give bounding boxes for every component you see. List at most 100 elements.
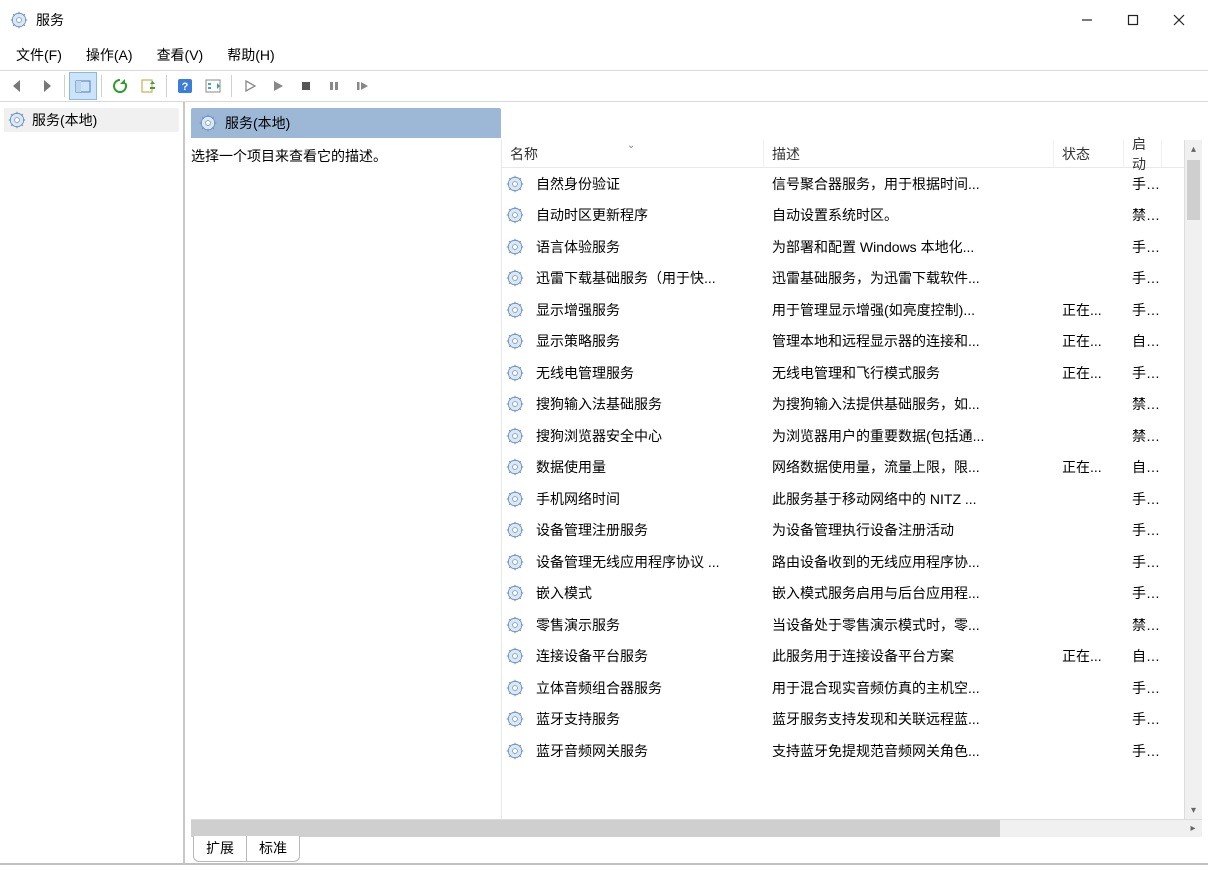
- service-row[interactable]: 搜狗浏览器安全中心为浏览器用户的重要数据(包括通...禁用: [502, 420, 1202, 452]
- start-service-button[interactable]: [236, 72, 264, 100]
- service-gear-icon: [502, 584, 528, 602]
- service-state-cell: 正在...: [1054, 300, 1124, 320]
- window-title: 服务: [36, 10, 64, 30]
- scroll-thumb[interactable]: [191, 820, 1000, 837]
- service-start-cell: 禁用: [1124, 426, 1162, 446]
- export-list-button[interactable]: [134, 72, 162, 100]
- service-row[interactable]: 蓝牙支持服务蓝牙服务支持发现和关联远程蓝...手动: [502, 704, 1202, 736]
- service-gear-icon: [502, 427, 528, 445]
- service-gear-icon: [502, 269, 528, 287]
- pause-service-button[interactable]: [320, 72, 348, 100]
- service-start-cell: 自动: [1124, 646, 1162, 666]
- service-row[interactable]: 嵌入模式嵌入模式服务启用与后台应用程...手动: [502, 578, 1202, 610]
- tab-standard[interactable]: 标准: [247, 836, 300, 862]
- horizontal-scrollbar[interactable]: ◂ ▸: [191, 819, 1202, 837]
- service-row[interactable]: 自动时区更新程序自动设置系统时区。禁用: [502, 200, 1202, 232]
- stop-service-button[interactable]: [292, 72, 320, 100]
- service-row[interactable]: 手机网络时间此服务基于移动网络中的 NITZ ...手动: [502, 483, 1202, 515]
- service-row[interactable]: 设备管理无线应用程序协议 ...路由设备收到的无线应用程序协...手动: [502, 546, 1202, 578]
- nav-back-button[interactable]: [4, 72, 32, 100]
- service-desc-cell: 无线电管理和飞行模式服务: [764, 363, 1054, 383]
- service-start-cell: 手动: [1124, 300, 1162, 320]
- selection-hint: 选择一个项目来查看它的描述。: [191, 146, 493, 166]
- menu-action[interactable]: 操作(A): [76, 41, 143, 69]
- service-name-cell: 设备管理注册服务: [528, 520, 764, 540]
- service-row[interactable]: 连接设备平台服务此服务用于连接设备平台方案正在...自动: [502, 641, 1202, 673]
- service-desc-cell: 为浏览器用户的重要数据(包括通...: [764, 426, 1054, 446]
- service-desc-cell: 用于混合现实音频仿真的主机空...: [764, 678, 1054, 698]
- properties-button[interactable]: [199, 72, 227, 100]
- service-start-cell: 手动: [1124, 174, 1162, 194]
- body-split: 服务(本地) 服务(本地) 选择一个项目来查看它的描述。 ⌄ 名称 描述: [0, 102, 1208, 865]
- column-header-desc[interactable]: 描述: [764, 140, 1054, 167]
- service-start-cell: 手动: [1124, 489, 1162, 509]
- close-button[interactable]: [1156, 0, 1202, 40]
- service-row[interactable]: 立体音频组合器服务用于混合现实音频仿真的主机空...手动: [502, 672, 1202, 704]
- service-row[interactable]: 设备管理注册服务为设备管理执行设备注册活动手动: [502, 515, 1202, 547]
- column-header-start[interactable]: 启动: [1124, 140, 1162, 167]
- scroll-down-icon[interactable]: ▾: [1185, 801, 1202, 819]
- refresh-button[interactable]: [106, 72, 134, 100]
- service-start-cell: 自动: [1124, 331, 1162, 351]
- vertical-scrollbar[interactable]: ▴ ▾: [1184, 140, 1202, 819]
- maximize-button[interactable]: [1110, 0, 1156, 40]
- service-state-cell: 正在...: [1054, 331, 1124, 351]
- tree-root-services-local[interactable]: 服务(本地): [4, 108, 179, 132]
- service-start-cell: 自动: [1124, 457, 1162, 477]
- service-start-cell: 手动: [1124, 583, 1162, 603]
- service-row[interactable]: 迅雷下载基础服务（用于快...迅雷基础服务，为迅雷下载软件...手动: [502, 263, 1202, 295]
- service-desc-cell: 此服务基于移动网络中的 NITZ ...: [764, 489, 1054, 509]
- service-desc-cell: 管理本地和远程显示器的连接和...: [764, 331, 1054, 351]
- service-desc-cell: 信号聚合器服务，用于根据时间...: [764, 174, 1054, 194]
- show-hide-tree-button[interactable]: [69, 72, 97, 100]
- service-list: ⌄ 名称 描述 状态 启动 自然身份验证信号聚合器服务，用于根据时间...手动自…: [501, 140, 1202, 819]
- service-state-cell: 正在...: [1054, 457, 1124, 477]
- sort-indicator-icon: ⌄: [627, 140, 635, 151]
- service-start-cell: 手动: [1124, 709, 1162, 729]
- menu-view[interactable]: 查看(V): [147, 41, 214, 69]
- column-headers: ⌄ 名称 描述 状态 启动: [502, 140, 1202, 168]
- service-start-cell: 禁用: [1124, 615, 1162, 635]
- menu-file[interactable]: 文件(F): [6, 41, 72, 69]
- service-start-cell: 手动: [1124, 552, 1162, 572]
- tree-pane: 服务(本地): [0, 102, 185, 863]
- service-row[interactable]: 语言体验服务为部署和配置 Windows 本地化...手动: [502, 231, 1202, 263]
- service-row[interactable]: 显示增强服务用于管理显示增强(如亮度控制)...正在...手动: [502, 294, 1202, 326]
- service-row[interactable]: 显示策略服务管理本地和远程显示器的连接和...正在...自动: [502, 326, 1202, 358]
- column-header-state[interactable]: 状态: [1054, 140, 1124, 167]
- service-row[interactable]: 零售演示服务当设备处于零售演示模式时，零...禁用: [502, 609, 1202, 641]
- service-name-cell: 显示增强服务: [528, 300, 764, 320]
- service-gear-icon: [502, 458, 528, 476]
- service-row[interactable]: 数据使用量网络数据使用量，流量上限，限...正在...自动: [502, 452, 1202, 484]
- service-row[interactable]: 自然身份验证信号聚合器服务，用于根据时间... 手动: [502, 168, 1202, 200]
- service-gear-icon: [502, 175, 528, 193]
- restart-service-button[interactable]: [348, 72, 376, 100]
- help-button[interactable]: ?: [171, 72, 199, 100]
- menu-help[interactable]: 帮助(H): [217, 41, 284, 69]
- start-service-filled-button[interactable]: [264, 72, 292, 100]
- service-name-cell: 蓝牙音频网关服务: [528, 741, 764, 761]
- service-row[interactable]: 搜狗输入法基础服务为搜狗输入法提供基础服务，如...禁用: [502, 389, 1202, 421]
- scroll-thumb[interactable]: [1187, 160, 1200, 220]
- scroll-up-icon[interactable]: ▴: [1185, 140, 1202, 158]
- tab-extended[interactable]: 扩展: [193, 836, 247, 862]
- service-row[interactable]: 蓝牙音频网关服务支持蓝牙免提规范音频网关角色...手动: [502, 735, 1202, 767]
- description-column: 选择一个项目来查看它的描述。: [191, 140, 501, 819]
- titlebar: 服务: [0, 0, 1208, 40]
- service-name-cell: 语言体验服务: [528, 237, 764, 257]
- service-gear-icon: [502, 742, 528, 760]
- pane-header: 服务(本地): [191, 108, 501, 138]
- service-state-cell: 正在...: [1054, 646, 1124, 666]
- service-gear-icon: [502, 490, 528, 508]
- nav-forward-button[interactable]: [32, 72, 60, 100]
- scroll-right-icon[interactable]: ▸: [1184, 820, 1202, 837]
- service-name-cell: 蓝牙支持服务: [528, 709, 764, 729]
- pane-content: 选择一个项目来查看它的描述。 ⌄ 名称 描述 状态 启动 自然身份验证信号聚合器…: [185, 140, 1208, 819]
- service-start-cell: 手动: [1124, 741, 1162, 761]
- service-name-cell: 嵌入模式: [528, 583, 764, 603]
- service-name-cell: 自然身份验证: [528, 174, 764, 194]
- minimize-button[interactable]: [1064, 0, 1110, 40]
- service-row[interactable]: 无线电管理服务无线电管理和飞行模式服务正在...手动: [502, 357, 1202, 389]
- gear-icon: [8, 111, 26, 129]
- service-name-cell: 显示策略服务: [528, 331, 764, 351]
